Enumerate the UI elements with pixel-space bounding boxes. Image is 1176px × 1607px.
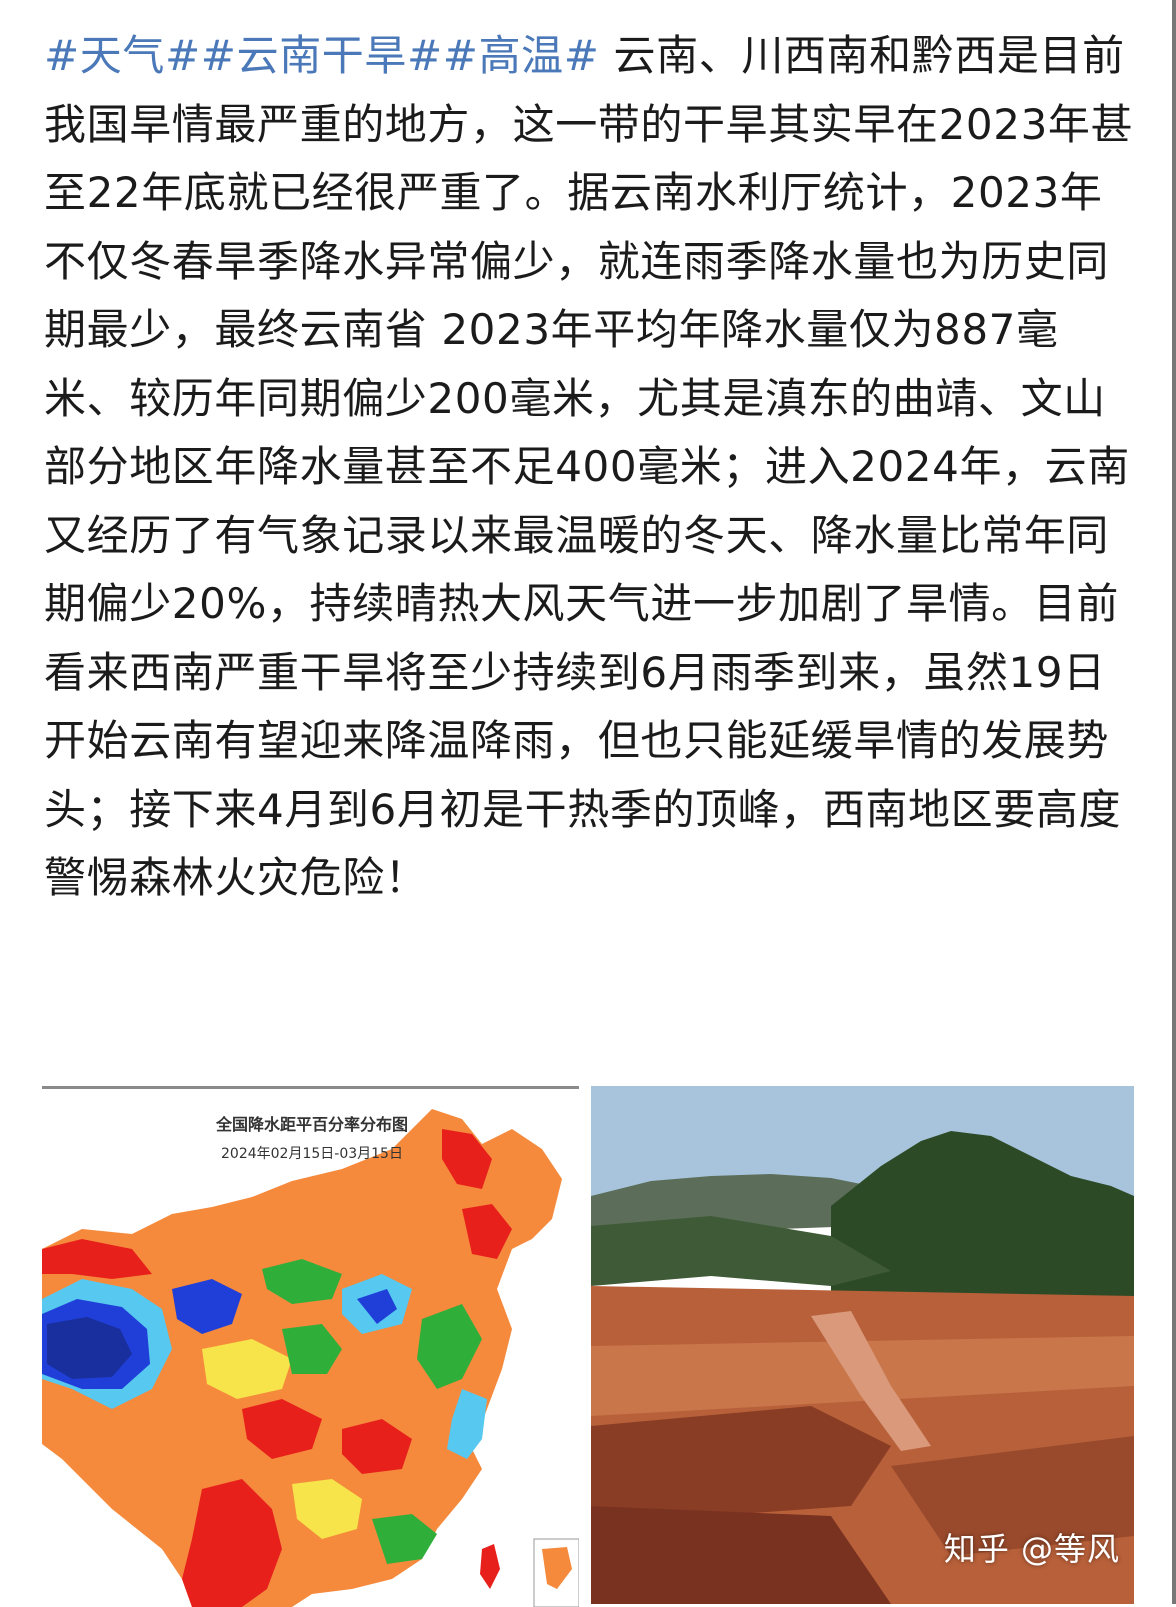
- post-body: 云南、川西南和黔西是目前我国旱情最严重的地方，这一带的干旱其实早在2023年甚至…: [44, 31, 1134, 902]
- map-title: 全国降水距平百分率分布图: [215, 1115, 408, 1134]
- drought-landscape-photo[interactable]: 知乎 @等风: [591, 1086, 1134, 1604]
- hashtag-high-temp[interactable]: #高温#: [443, 31, 600, 80]
- precipitation-map-image[interactable]: 全国降水距平百分率分布图 2024年02月15日-03月15日: [42, 1086, 579, 1607]
- image-grid: 全国降水距平百分率分布图 2024年02月15日-03月15日 知乎 @等风: [42, 1086, 1134, 1607]
- china-map-graphic: [42, 1109, 579, 1607]
- scroll-edge: [1172, 0, 1176, 1604]
- post-text: #天气##云南干旱##高温# 云南、川西南和黔西是目前我国旱情最严重的地方，这一…: [44, 22, 1134, 913]
- hashtag-yunnan-drought[interactable]: #云南干旱#: [201, 31, 443, 80]
- hashtag-weather[interactable]: #天气#: [44, 31, 201, 80]
- map-date-range: 2024年02月15日-03月15日: [221, 1146, 403, 1162]
- watermark: 知乎 @等风: [943, 1530, 1120, 1568]
